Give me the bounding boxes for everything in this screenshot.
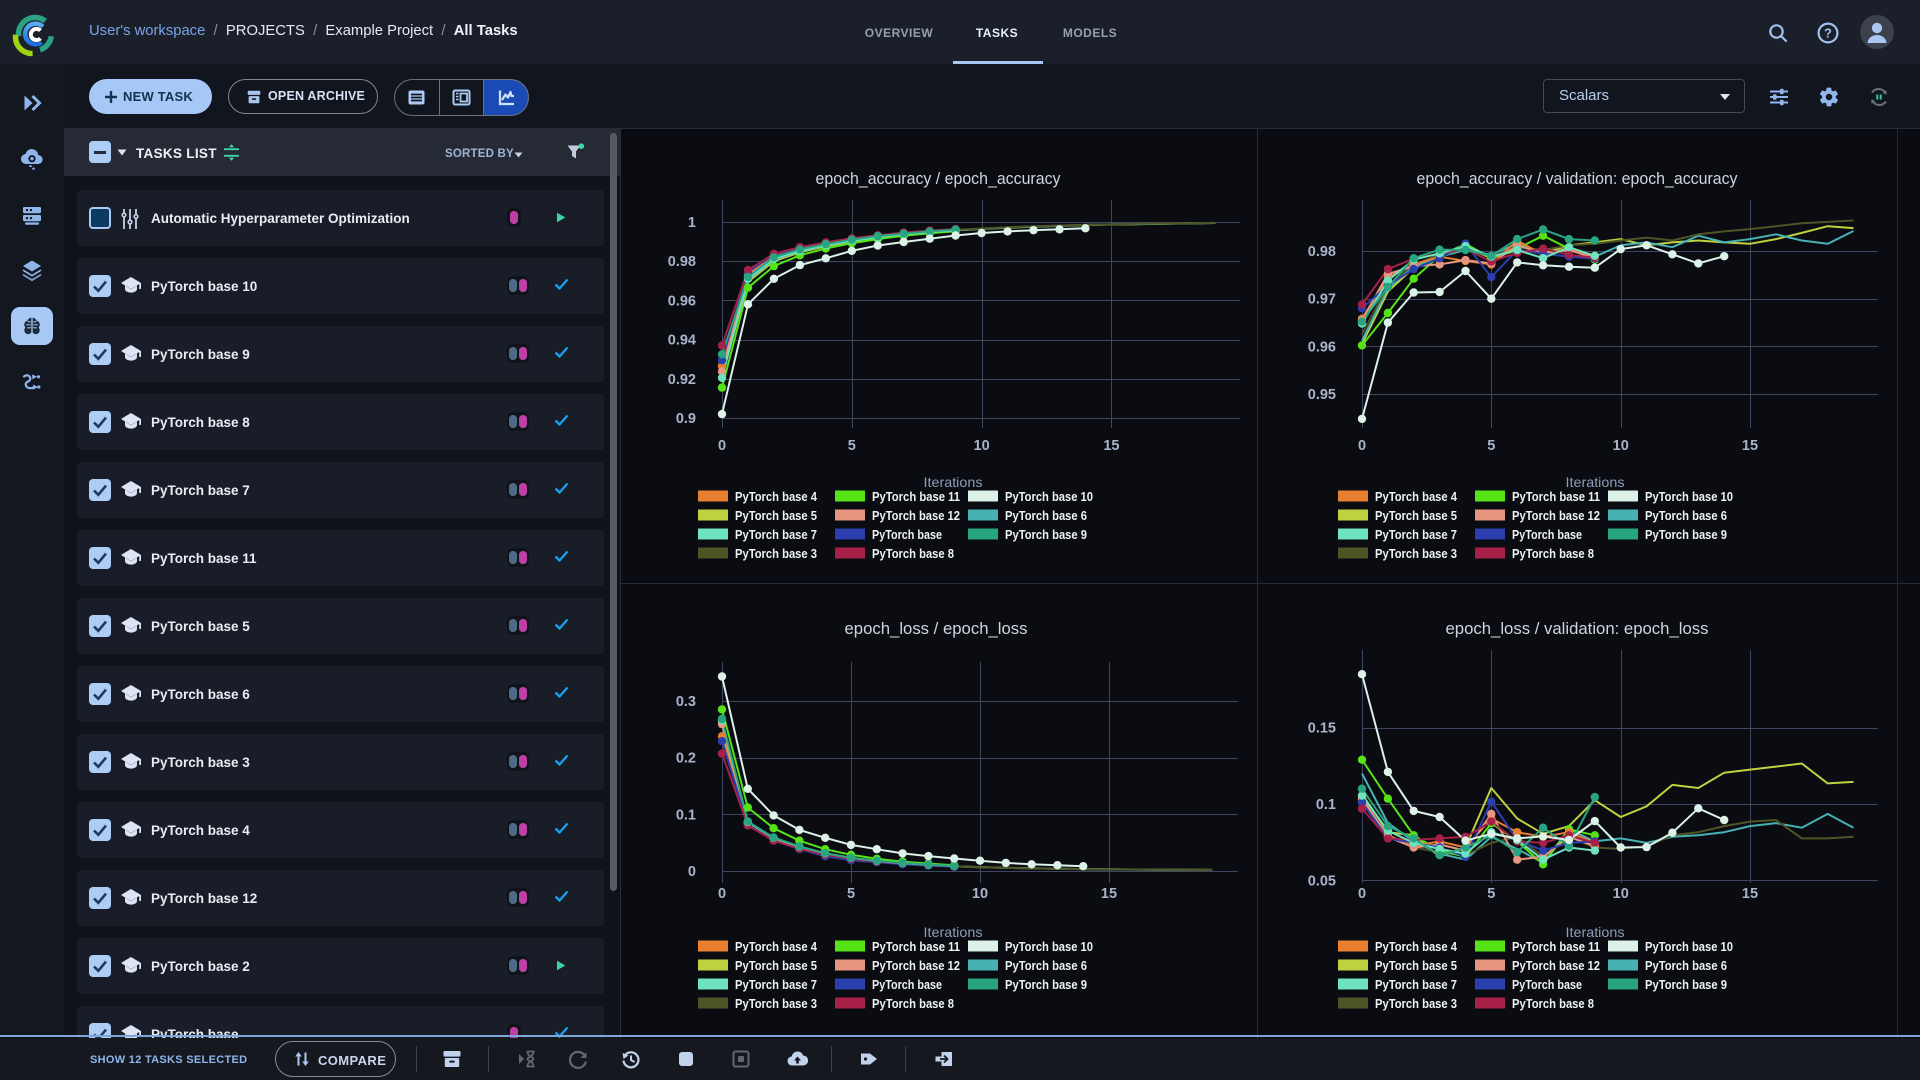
svg-text:PyTorch base 4: PyTorch base 4 <box>1375 489 1458 504</box>
svg-text:0: 0 <box>718 886 726 902</box>
svg-text:PyTorch base 3: PyTorch base 3 <box>735 996 817 1011</box>
svg-text:0.05: 0.05 <box>1308 873 1336 889</box>
svg-text:PyTorch base 10: PyTorch base 10 <box>1005 939 1093 954</box>
svg-text:PyTorch base 5: PyTorch base 5 <box>1375 508 1457 523</box>
svg-text:PyTorch base 4: PyTorch base 4 <box>1375 939 1458 954</box>
svg-text:0.95: 0.95 <box>1308 387 1336 403</box>
svg-text:PyTorch base 7: PyTorch base 7 <box>735 527 817 542</box>
svg-text:PyTorch base 6: PyTorch base 6 <box>1645 958 1727 973</box>
svg-text:PyTorch base 7: PyTorch base 7 <box>1375 977 1457 992</box>
svg-text:PyTorch base 5: PyTorch base 5 <box>735 958 817 973</box>
svg-text:10: 10 <box>1613 886 1629 902</box>
svg-text:epoch_accuracy / epoch_accurac: epoch_accuracy / epoch_accuracy <box>816 170 1062 188</box>
svg-text:PyTorch base 8: PyTorch base 8 <box>1512 546 1594 561</box>
svg-text:0: 0 <box>1358 438 1366 454</box>
svg-text:PyTorch base 5: PyTorch base 5 <box>735 508 817 523</box>
svg-text:PyTorch base 10: PyTorch base 10 <box>1005 489 1093 504</box>
svg-text:PyTorch base 11: PyTorch base 11 <box>872 489 960 504</box>
svg-text:PyTorch base: PyTorch base <box>872 977 942 992</box>
svg-text:0.9: 0.9 <box>676 411 696 427</box>
svg-text:PyTorch base 12: PyTorch base 12 <box>872 508 960 523</box>
svg-text:15: 15 <box>1101 886 1117 902</box>
svg-text:0.97: 0.97 <box>1308 292 1336 308</box>
svg-text:Iterations: Iterations <box>1566 474 1625 490</box>
svg-text:PyTorch base: PyTorch base <box>1512 977 1582 992</box>
svg-text:0.15: 0.15 <box>1308 721 1336 737</box>
svg-text:PyTorch base 11: PyTorch base 11 <box>1512 489 1600 504</box>
svg-text:0.96: 0.96 <box>1308 339 1336 355</box>
svg-text:PyTorch base 9: PyTorch base 9 <box>1005 527 1087 542</box>
svg-text:PyTorch base 8: PyTorch base 8 <box>872 996 954 1011</box>
svg-text:0.92: 0.92 <box>668 372 696 388</box>
svg-text:PyTorch base 10: PyTorch base 10 <box>1645 489 1733 504</box>
svg-text:10: 10 <box>974 438 990 454</box>
svg-text:0: 0 <box>718 438 726 454</box>
svg-text:epoch_loss / validation: epoch: epoch_loss / validation: epoch_loss <box>1446 620 1709 638</box>
svg-text:1: 1 <box>688 215 696 231</box>
svg-text:PyTorch base 11: PyTorch base 11 <box>872 939 960 954</box>
svg-text:PyTorch base 3: PyTorch base 3 <box>1375 546 1457 561</box>
svg-text:PyTorch base: PyTorch base <box>1512 527 1582 542</box>
svg-text:?: ? <box>1824 26 1832 41</box>
svg-text:0.1: 0.1 <box>676 807 696 823</box>
svg-text:Iterations: Iterations <box>924 924 983 940</box>
svg-text:PyTorch base 12: PyTorch base 12 <box>1512 508 1600 523</box>
svg-text:0.98: 0.98 <box>1308 244 1336 260</box>
svg-text:PyTorch base 5: PyTorch base 5 <box>1375 958 1457 973</box>
svg-text:0: 0 <box>688 864 696 880</box>
svg-text:epoch_loss / epoch_loss: epoch_loss / epoch_loss <box>845 620 1028 638</box>
svg-text:PyTorch base 7: PyTorch base 7 <box>1375 527 1457 542</box>
svg-text:0: 0 <box>1358 886 1366 902</box>
svg-text:PyTorch base 3: PyTorch base 3 <box>735 546 817 561</box>
svg-text:5: 5 <box>1487 438 1495 454</box>
svg-text:PyTorch base 9: PyTorch base 9 <box>1645 977 1727 992</box>
svg-text:PyTorch base 6: PyTorch base 6 <box>1005 958 1087 973</box>
svg-text:15: 15 <box>1742 438 1758 454</box>
svg-text:10: 10 <box>972 886 988 902</box>
svg-text:0.98: 0.98 <box>668 254 696 270</box>
svg-text:PyTorch base 7: PyTorch base 7 <box>735 977 817 992</box>
svg-text:5: 5 <box>847 886 855 902</box>
svg-text:PyTorch base 4: PyTorch base 4 <box>735 939 818 954</box>
svg-text:PyTorch base 9: PyTorch base 9 <box>1005 977 1087 992</box>
svg-text:epoch_accuracy / validation: e: epoch_accuracy / validation: epoch_accur… <box>1417 170 1739 188</box>
svg-text:10: 10 <box>1613 438 1629 454</box>
svg-text:0.2: 0.2 <box>676 751 696 767</box>
svg-text:PyTorch base 3: PyTorch base 3 <box>1375 996 1457 1011</box>
svg-text:PyTorch base 6: PyTorch base 6 <box>1645 508 1727 523</box>
svg-text:PyTorch base 4: PyTorch base 4 <box>735 489 818 504</box>
svg-text:PyTorch base 10: PyTorch base 10 <box>1645 939 1733 954</box>
svg-text:PyTorch base 11: PyTorch base 11 <box>1512 939 1600 954</box>
svg-text:Iterations: Iterations <box>924 474 983 490</box>
svg-text:5: 5 <box>848 438 856 454</box>
svg-text:PyTorch base: PyTorch base <box>872 527 942 542</box>
svg-text:0.96: 0.96 <box>668 293 696 309</box>
svg-text:15: 15 <box>1742 886 1758 902</box>
svg-text:0.94: 0.94 <box>668 333 696 349</box>
svg-text:0.1: 0.1 <box>1316 797 1336 813</box>
svg-text:5: 5 <box>1487 886 1495 902</box>
svg-text:15: 15 <box>1103 438 1119 454</box>
svg-text:PyTorch base 8: PyTorch base 8 <box>872 546 954 561</box>
svg-text:PyTorch base 9: PyTorch base 9 <box>1645 527 1727 542</box>
svg-text:PyTorch base 12: PyTorch base 12 <box>1512 958 1600 973</box>
svg-text:PyTorch base 8: PyTorch base 8 <box>1512 996 1594 1011</box>
svg-text:PyTorch base 12: PyTorch base 12 <box>872 958 960 973</box>
svg-text:0.3: 0.3 <box>676 694 696 710</box>
svg-text:PyTorch base 6: PyTorch base 6 <box>1005 508 1087 523</box>
svg-text:Iterations: Iterations <box>1566 924 1625 940</box>
